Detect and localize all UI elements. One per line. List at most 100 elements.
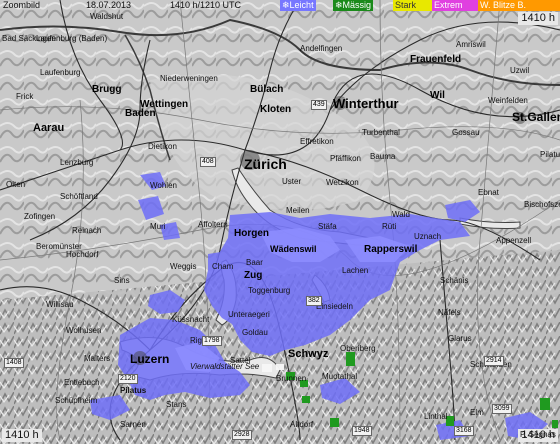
town-label: Waldshut	[90, 12, 124, 21]
town-label: Reinach	[72, 226, 102, 235]
road-number: 3168	[454, 426, 474, 436]
city-wettingen: Wettingen	[140, 99, 189, 110]
road-number: 2914	[484, 356, 504, 366]
town-label: Willisau	[46, 300, 74, 309]
town-label: Uster	[282, 177, 302, 186]
city-wil: Wil	[430, 90, 445, 101]
town-label: Wolhusen	[66, 326, 102, 335]
town-label: Toggenburg	[248, 286, 291, 295]
city-zug: Zug	[244, 270, 263, 281]
town-label: Wetzikon	[326, 178, 359, 187]
town-label: Altdorf	[290, 420, 314, 429]
city-schwyz: Schwyz	[288, 348, 329, 360]
city-rapperswil: Rapperswil	[364, 244, 418, 255]
town-label: Olten	[6, 180, 26, 189]
town-label: Weinfelden	[488, 96, 528, 105]
town-label: Frick	[16, 92, 34, 101]
city-luzern: Luzern	[130, 352, 170, 366]
town-label: Malters	[84, 354, 111, 363]
product-label: Zoombild	[3, 0, 41, 10]
legend-moderate: ❄Mässig	[333, 0, 374, 11]
city-zurich: Zürich	[244, 156, 287, 172]
legend-light: ❄Leicht	[280, 0, 316, 11]
town-label: Lachen	[342, 266, 369, 275]
town-label: Schüpfheim	[55, 396, 98, 405]
town-label: Oberiberg	[340, 344, 376, 353]
town-label: Schänis	[440, 276, 469, 285]
radar-map: Zoombild 18.07.2013 1410 h/1210 UTC ❄Lei…	[0, 0, 560, 444]
town-label: Weggis	[170, 262, 197, 271]
town-label: Unteraegeri	[228, 310, 270, 319]
town-label: Hochdorf	[66, 250, 99, 259]
town-label: Dietikon	[148, 142, 177, 151]
town-label: Laufenburg	[40, 68, 81, 77]
town-label: Meilen	[286, 206, 310, 215]
town-label: Effretikon	[300, 137, 334, 146]
road-number: 1948	[352, 426, 372, 436]
city-kloten: Kloten	[260, 104, 292, 115]
city-horgen: Horgen	[234, 228, 269, 239]
town-label: Bauma	[370, 152, 396, 161]
town-label: Bischofszell	[524, 200, 560, 209]
lake-label: Vierwaldstätter See	[190, 362, 260, 371]
legend-extreme: Extrem	[432, 0, 478, 11]
town-label: Küssnacht	[172, 315, 210, 324]
city-bulach: Bülach	[250, 84, 284, 95]
road-number: 2928	[232, 430, 252, 440]
city-st-gallen: St.Gallen	[512, 110, 560, 124]
town-label: Baar	[246, 258, 263, 267]
town-label: Uznach	[414, 232, 442, 241]
town-label: Sarnen	[120, 420, 146, 429]
road-number: 382	[306, 296, 322, 306]
town-label: Zofingen	[24, 212, 56, 221]
town-label: Brunnen	[276, 374, 307, 383]
road-number: 408	[200, 157, 216, 167]
town-label: Sins	[114, 276, 130, 285]
corner-time-bottom-left: 1410 h	[2, 429, 42, 442]
town-label: Stäfa	[318, 222, 337, 231]
date-label: 18.07.2013	[86, 0, 132, 10]
town-label: Uzwil	[510, 66, 530, 75]
town-label: Muri	[150, 222, 166, 231]
town-label: Pilatus	[540, 150, 560, 159]
town-label: Beromünster	[36, 242, 82, 251]
town-label: Cham	[212, 262, 234, 271]
town-label: Amriswil	[456, 40, 486, 49]
city-wadenswil: Wädenswil	[270, 244, 317, 254]
legend-strong: Stark	[393, 0, 432, 11]
town-label: Linthal	[424, 412, 448, 421]
town-label: Affoltern	[198, 220, 228, 229]
town-label: Rüti	[382, 222, 397, 231]
town-label: Elm	[470, 408, 484, 417]
city-winterthur: Winterthur	[333, 96, 399, 111]
time-label: 1410 h/1210 UTC	[170, 0, 242, 10]
city-brugg: Brugg	[92, 84, 122, 95]
city-aarau: Aarau	[33, 122, 65, 134]
town-label: Näfels	[438, 308, 461, 317]
town-label: Wohlen	[150, 181, 177, 190]
town-label: Andelfingen	[300, 44, 343, 53]
town-label: P. Segnas	[520, 430, 556, 439]
town-label: Pilatus	[120, 386, 147, 395]
town-label: Niederweningen	[160, 74, 218, 83]
town-label: Goldau	[242, 328, 268, 337]
road-number: 439	[311, 100, 327, 110]
town-label: Appenzell	[496, 236, 532, 245]
legend-lightning: W. Blitze B.	[478, 0, 560, 11]
town-label: Schöftland	[60, 192, 98, 201]
town-label: Entlebuch	[64, 378, 100, 387]
road-number: 2120	[118, 374, 138, 384]
town-label: Pfäffikon	[330, 154, 361, 163]
town-label: Laufenburg (Baden)	[36, 34, 108, 43]
corner-time-top-right: 1410 h	[518, 12, 558, 25]
town-label: Lenzburg	[60, 158, 94, 167]
town-label: Wald	[392, 210, 410, 219]
town-label: Ebnat	[478, 188, 499, 197]
town-label: Stans	[166, 400, 187, 409]
road-number: 1408	[4, 358, 24, 368]
town-label: Gossau	[452, 128, 480, 137]
road-number: 1798	[202, 336, 222, 346]
town-label: Muotathal	[322, 372, 358, 381]
road-number: 3099	[492, 404, 512, 414]
town-label: Turbenthal	[362, 128, 400, 137]
